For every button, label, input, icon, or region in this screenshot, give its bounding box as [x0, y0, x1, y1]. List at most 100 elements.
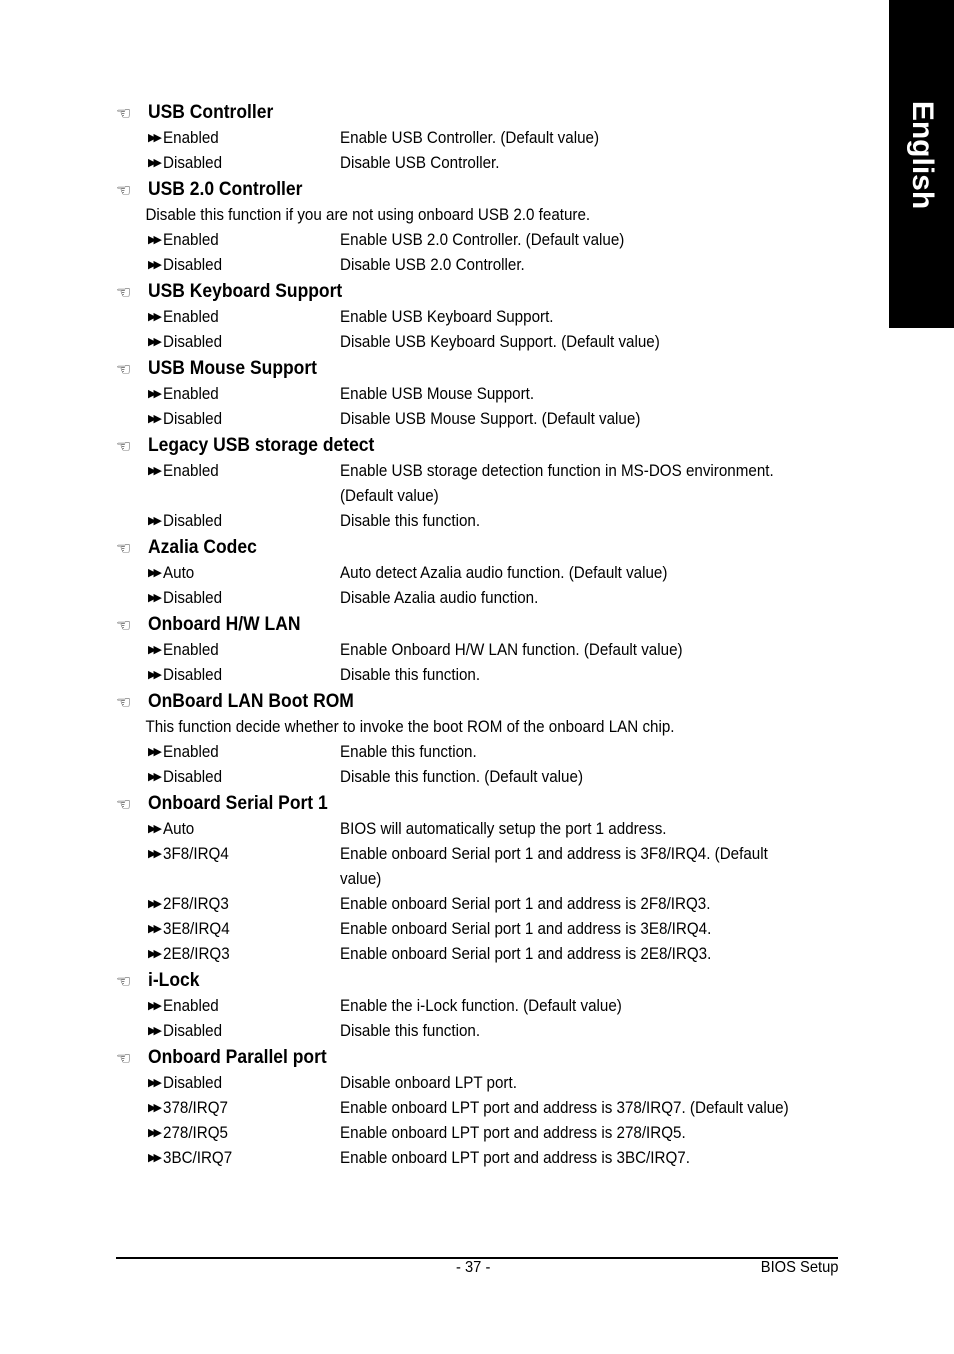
double-arrow-icon: ▶▶: [148, 823, 162, 835]
option-description: Enable onboard LPT port and address is 3…: [339, 1149, 690, 1167]
setting-title: Onboard H/W LAN: [148, 614, 301, 635]
option-description: Disable onboard LPT port.: [339, 1074, 517, 1092]
double-arrow-icon: ▶▶: [148, 746, 162, 758]
option-description: BIOS will automatically setup the port 1…: [339, 820, 667, 838]
option-row: ▶▶ Disabled Disable onboard LPT port.: [116, 1071, 846, 1096]
option-row: ▶▶ Enabled Enable USB storage detection fu…: [116, 459, 846, 509]
option-description: Enable USB Keyboard Support.: [339, 308, 554, 326]
setting-section: ☜ Legacy USB storage detect ▶▶ Enabled Enabl…: [116, 433, 846, 534]
pointing-hand-icon: ☜: [116, 359, 132, 379]
setting-section: ☜ USB Mouse Support ▶▶ Enabled Enable USB Mo…: [116, 356, 846, 432]
option-row: ▶▶ Enabled Enable USB 2.0 Controller. (Def…: [116, 228, 846, 253]
option-key: 2E8/IRQ3: [162, 945, 230, 963]
setting-title: USB Keyboard Support: [148, 281, 343, 302]
option-row: ▶▶ 3F8/IRQ4 Enable onboard Serial port 1 a…: [116, 842, 846, 892]
option-key: Enabled: [162, 462, 219, 480]
option-row: ▶▶ Enabled Enable USB Mouse Support.: [116, 382, 846, 407]
setting-section: ☜ USB 2.0 Controller Disable this function…: [116, 177, 846, 278]
option-row: ▶▶ Enabled Enable the i-Lock function. (De…: [116, 994, 846, 1019]
setting-heading: ☜ Legacy USB storage detect: [116, 433, 846, 459]
setting-section: ☜ OnBoard LAN Boot ROM This function decid…: [116, 689, 846, 790]
pointing-hand-icon: ☜: [116, 971, 132, 991]
option-description: Enable USB Controller. (Default value): [339, 129, 599, 147]
double-arrow-icon: ▶▶: [148, 311, 162, 323]
setting-title: OnBoard LAN Boot ROM: [148, 691, 354, 712]
setting-section: ☜ i-Lock ▶▶ Enabled Enable the i-Lock functi…: [116, 968, 846, 1044]
option-row: ▶▶ Enabled Enable USB Controller. (Default…: [116, 126, 846, 151]
double-arrow-icon: ▶▶: [148, 948, 162, 960]
setting-title: USB Controller: [148, 102, 274, 123]
option-key: Enabled: [162, 385, 219, 403]
bios-options-list: ☜ USB Controller ▶▶ Enabled Enable USB Contr…: [116, 99, 846, 1171]
setting-heading: ☜ OnBoard LAN Boot ROM: [116, 689, 846, 715]
option-description: Enable USB 2.0 Controller. (Default valu…: [339, 231, 624, 249]
option-description: Disable USB 2.0 Controller.: [339, 256, 525, 274]
option-key: Disabled: [162, 512, 223, 530]
double-arrow-icon: ▶▶: [148, 1152, 162, 1164]
option-key: Disabled: [162, 333, 223, 351]
double-arrow-icon: ▶▶: [148, 567, 162, 579]
option-row: ▶▶ Disabled Disable USB Keyboard Support. …: [116, 330, 846, 355]
double-arrow-icon: ▶▶: [148, 898, 162, 910]
option-row: ▶▶ 378/IRQ7 Enable onboard LPT port and ad…: [116, 1096, 846, 1121]
option-row: ▶▶ Enabled Enable Onboard H/W LAN function…: [116, 638, 846, 663]
option-row: ▶▶ Disabled Disable USB 2.0 Controller.: [116, 253, 846, 278]
setting-title: i-Lock: [148, 970, 200, 991]
option-key: Disabled: [162, 768, 223, 786]
option-key: Auto: [162, 820, 195, 838]
pointing-hand-icon: ☜: [116, 1048, 132, 1068]
double-arrow-icon: ▶▶: [148, 669, 162, 681]
double-arrow-icon: ▶▶: [148, 1025, 162, 1037]
language-tab: English: [889, 0, 954, 328]
option-row: ▶▶ Disabled Disable this function.: [116, 509, 846, 534]
option-key: Disabled: [162, 666, 223, 684]
pointing-hand-icon: ☜: [116, 180, 132, 200]
option-key: 3F8/IRQ4: [162, 845, 229, 863]
option-key: 278/IRQ5: [162, 1124, 228, 1142]
option-key: Enabled: [162, 743, 219, 761]
pointing-hand-icon: ☜: [116, 615, 132, 635]
double-arrow-icon: ▶▶: [148, 336, 162, 348]
option-description: Enable onboard LPT port and address is 2…: [339, 1124, 686, 1142]
option-description: Enable the i-Lock function. (Default val…: [339, 997, 622, 1015]
option-description: Disable this function.: [339, 1022, 480, 1040]
option-description: Enable onboard Serial port 1 and address…: [339, 920, 711, 938]
setting-title: Onboard Parallel port: [148, 1047, 327, 1068]
option-row: ▶▶ Disabled Disable USB Controller.: [116, 151, 846, 176]
setting-title: Azalia Codec: [148, 537, 257, 558]
option-row: ▶▶ Disabled Disable USB Mouse Support. (De…: [116, 407, 846, 432]
option-row: ▶▶ Disabled Disable this function. (Defaul…: [116, 765, 846, 790]
option-key: Enabled: [162, 308, 219, 326]
double-arrow-icon: ▶▶: [148, 644, 162, 656]
setting-heading: ☜ USB 2.0 Controller: [116, 177, 846, 203]
setting-heading: ☜ USB Mouse Support: [116, 356, 846, 382]
option-key: Disabled: [162, 256, 223, 274]
setting-heading: ☜ USB Controller: [116, 100, 846, 126]
option-description: Auto detect Azalia audio function. (Defa…: [339, 564, 668, 582]
double-arrow-icon: ▶▶: [148, 388, 162, 400]
setting-section: ☜ Onboard H/W LAN ▶▶ Enabled Enable Onboard …: [116, 612, 846, 688]
option-description: Disable this function.: [339, 666, 480, 684]
double-arrow-icon: ▶▶: [148, 848, 162, 860]
option-key: Auto: [162, 564, 195, 582]
option-key: 378/IRQ7: [162, 1099, 228, 1117]
page-number: - 37 -: [456, 1259, 491, 1276]
double-arrow-icon: ▶▶: [148, 465, 162, 477]
pointing-hand-icon: ☜: [116, 282, 132, 302]
option-row: ▶▶ 3BC/IRQ7 Enable onboard LPT port and ad…: [116, 1146, 846, 1171]
option-description: Disable this function.: [339, 512, 480, 530]
option-description: Disable USB Keyboard Support. (Default v…: [339, 333, 660, 351]
double-arrow-icon: ▶▶: [148, 259, 162, 271]
option-description: Enable Onboard H/W LAN function. (Defaul…: [339, 641, 683, 659]
setting-heading: ☜ Onboard H/W LAN: [116, 612, 846, 638]
option-description: Disable this function. (Default value): [339, 768, 583, 786]
double-arrow-icon: ▶▶: [148, 157, 162, 169]
double-arrow-icon: ▶▶: [148, 1102, 162, 1114]
double-arrow-icon: ▶▶: [148, 592, 162, 604]
pointing-hand-icon: ☜: [116, 103, 132, 123]
double-arrow-icon: ▶▶: [148, 923, 162, 935]
language-tab-label: English: [905, 100, 939, 210]
pointing-hand-icon: ☜: [116, 794, 132, 814]
option-description: Enable onboard Serial port 1 and address…: [339, 945, 711, 963]
double-arrow-icon: ▶▶: [148, 413, 162, 425]
